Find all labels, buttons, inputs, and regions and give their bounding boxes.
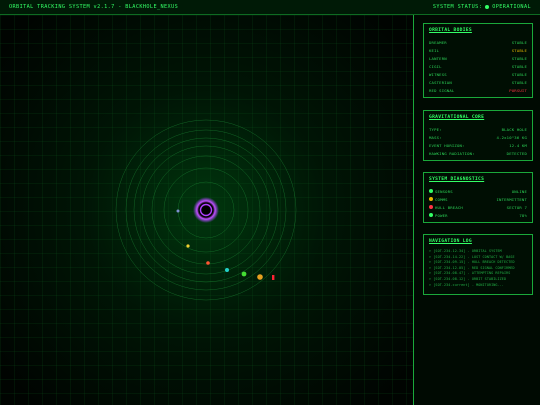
body-cigil[interactable] (225, 268, 229, 272)
body-lantern[interactable] (206, 261, 210, 265)
body-dreamer[interactable] (176, 209, 180, 213)
body-status: STABLE (511, 63, 527, 69)
diag-value: ONLINE (511, 188, 527, 194)
body-status: STABLE (511, 55, 527, 61)
top-bar: ORBITAL TRACKING SYSTEM v2.1.7 - BLACKHO… (0, 0, 540, 15)
body-name: LANTERN (429, 55, 447, 61)
body-witness[interactable] (241, 271, 247, 277)
app-title: ORBITAL TRACKING SYSTEM v2.1.7 - BLACKHO… (9, 4, 179, 10)
diag-value: 78% (519, 212, 527, 218)
body-red-signal[interactable] (272, 275, 275, 280)
log-line: > [SOT.234.09.15] - HULL BREACH DETECTED (429, 260, 515, 265)
body-name: WITNESS (429, 71, 447, 77)
navigation-log-panel: NAVIGATION LOG > [SOT.234.12.34] - ORBIT… (423, 234, 533, 295)
log-line: > [SOT.234.current] - MONITORING... (429, 282, 504, 287)
diag-label: SENSORS (435, 188, 453, 194)
core-label: TYPE: (429, 126, 442, 132)
core-value: 12.4 KM (509, 142, 527, 148)
body-name: DREAMER (429, 39, 447, 45)
orbital-bodies-title: ORBITAL BODIES (429, 28, 472, 33)
diag-label: HULL BREACH (435, 204, 463, 210)
core-row: MASS: 4.2x10^36 KG (429, 133, 527, 141)
status-dot-icon (485, 5, 490, 9)
diag-row: SENSORS ONLINE (429, 187, 527, 195)
core-label: HAWKING RADIATION: (429, 150, 475, 156)
core-row: HAWKING RADIATION: DETECTED (429, 149, 527, 157)
body-name: CASTERIAN (429, 79, 452, 85)
diag-value: INTERMITTENT (496, 196, 527, 202)
black-hole-core[interactable] (199, 203, 213, 217)
status-dot-icon (429, 205, 433, 209)
body-row[interactable]: LANTERN STABLE (429, 54, 527, 62)
status-value: OPERATIONAL (492, 4, 531, 10)
core-value: BLACK HOLE (501, 126, 527, 132)
core-value: DETECTED (506, 150, 527, 156)
status-dot-icon (429, 213, 433, 217)
core-value: 4.2x10^36 KG (496, 134, 527, 140)
core-row: TYPE: BLACK HOLE (429, 125, 527, 133)
side-panel: ORBITAL BODIES DREAMER STABLE KEIL STABL… (413, 15, 540, 405)
core-label: MASS: (429, 134, 442, 140)
core-row: EVENT HORIZON: 12.4 KM (429, 141, 527, 149)
orbital-viewport[interactable] (0, 15, 413, 405)
body-status: STABLE (511, 71, 527, 77)
orbital-map (0, 15, 413, 405)
system-diagnostics-title: SYSTEM DIAGNOSTICS (429, 177, 485, 182)
body-name: RED SIGNAL (429, 87, 455, 93)
body-status: PURSUIT (509, 87, 527, 93)
body-row[interactable]: KEIL STABLE (429, 46, 527, 54)
system-diagnostics-panel: SYSTEM DIAGNOSTICS SENSORS ONLINE COMMS … (423, 172, 533, 223)
body-keil[interactable] (186, 244, 190, 248)
core-label: EVENT HORIZON: (429, 142, 465, 148)
navigation-log-title: NAVIGATION LOG (429, 239, 472, 244)
diag-row: POWER 78% (429, 211, 527, 219)
orbital-bodies-panel: ORBITAL BODIES DREAMER STABLE KEIL STABL… (423, 23, 533, 98)
body-row[interactable]: WITNESS STABLE (429, 70, 527, 78)
diag-label: POWER (435, 212, 448, 218)
status-label: SYSTEM STATUS: (432, 4, 483, 10)
diag-value: SECTOR 7 (506, 204, 527, 210)
body-casterian[interactable] (257, 274, 263, 280)
gravitational-core-panel: GRAVITATIONAL CORE TYPE: BLACK HOLE MASS… (423, 110, 533, 161)
body-status: STABLE (511, 79, 527, 85)
body-row[interactable]: CASTERIAN STABLE (429, 78, 527, 86)
body-name: CIGIL (429, 63, 442, 69)
body-name: KEIL (429, 47, 440, 53)
status-dot-icon (429, 197, 433, 201)
body-row[interactable]: RED SIGNAL PURSUIT (429, 86, 527, 94)
diag-label: COMMS (435, 196, 448, 202)
body-row[interactable]: DREAMER STABLE (429, 38, 527, 46)
system-status: SYSTEM STATUS: OPERATIONAL (433, 4, 531, 10)
gravitational-core-title: GRAVITATIONAL CORE (429, 115, 485, 120)
status-dot-icon (429, 189, 433, 193)
body-status: STABLE (511, 39, 527, 45)
diag-row: HULL BREACH SECTOR 7 (429, 203, 527, 211)
diag-row: COMMS INTERMITTENT (429, 195, 527, 203)
body-status: STABLE (511, 47, 527, 53)
body-row[interactable]: CIGIL STABLE (429, 62, 527, 70)
